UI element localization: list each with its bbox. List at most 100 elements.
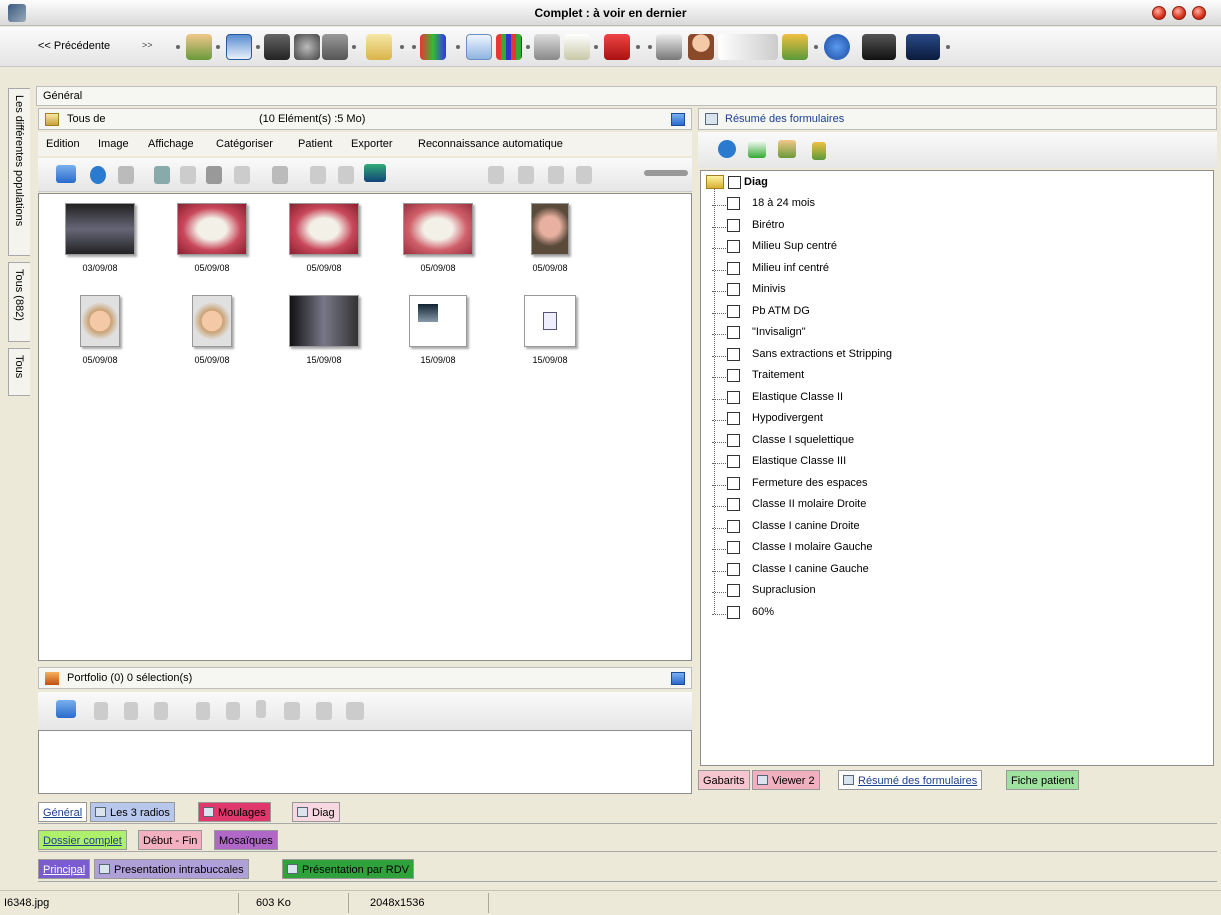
car-icon[interactable] <box>862 34 896 60</box>
tab-dossier-complet[interactable]: Dossier complet <box>38 830 127 850</box>
invisalign-icon[interactable] <box>718 34 778 60</box>
tab-les-3-radios[interactable]: Les 3 radios <box>90 802 175 822</box>
item-checkbox[interactable] <box>727 390 740 404</box>
thumbnail[interactable]: 15/09/08 <box>402 295 474 365</box>
print-icon[interactable] <box>534 34 560 60</box>
tab-general[interactable]: Général <box>38 802 88 822</box>
mail-icon[interactable] <box>564 34 590 60</box>
scanner-icon[interactable] <box>322 34 348 60</box>
thumbnail[interactable]: 15/09/08 <box>514 295 586 365</box>
clapperboard-icon[interactable] <box>656 34 682 60</box>
webcam-icon[interactable] <box>294 34 320 60</box>
tab-populations[interactable]: Les différentes populations <box>8 88 30 256</box>
tab-viewer-2[interactable]: Viewer 2 <box>752 770 820 790</box>
close-button[interactable] <box>1192 6 1206 20</box>
item-checkbox[interactable] <box>727 476 740 490</box>
add-form-icon[interactable] <box>748 140 766 158</box>
thumbnail[interactable]: 05/09/08 <box>64 295 136 365</box>
item-checkbox[interactable] <box>727 197 740 210</box>
next-button[interactable]: >> <box>142 40 153 50</box>
tab-debut-fin[interactable]: Début - Fin <box>138 830 203 850</box>
thumbnail[interactable]: 05/09/08 <box>176 203 248 273</box>
item-checkbox[interactable] <box>727 326 740 339</box>
item-checkbox[interactable] <box>727 433 740 447</box>
paste-icon[interactable] <box>206 166 222 184</box>
thumbnail[interactable]: 05/09/08 <box>176 295 248 365</box>
previous-button[interactable]: << Précédente <box>38 40 110 52</box>
item-checkbox[interactable] <box>727 283 740 296</box>
help-icon[interactable] <box>824 34 850 60</box>
item-checkbox[interactable] <box>727 240 740 253</box>
person-icon[interactable] <box>688 34 714 60</box>
tab-presentation-rdv[interactable]: Présentation par RDV <box>282 859 414 879</box>
menu-edition[interactable]: Edition <box>46 138 80 150</box>
tooth-icon[interactable] <box>196 702 210 720</box>
item-checkbox[interactable] <box>727 541 740 554</box>
menu-reconnaissance[interactable]: Reconnaissance automatique <box>418 138 563 150</box>
thumbnail[interactable]: 05/09/08 <box>514 203 586 273</box>
tooth-icon[interactable] <box>234 166 250 184</box>
zoom-slider[interactable] <box>644 170 688 176</box>
thumbnail[interactable]: 03/09/08 <box>64 203 136 273</box>
menu-patient[interactable]: Patient <box>298 138 332 150</box>
menu-image[interactable]: Image <box>98 138 129 150</box>
reload-icon[interactable] <box>718 140 736 158</box>
paint-icon[interactable] <box>420 34 446 60</box>
item-checkbox[interactable] <box>727 455 740 468</box>
menu-affichage[interactable]: Affichage <box>148 138 194 150</box>
item-checkbox[interactable] <box>727 562 740 576</box>
edit-form-icon[interactable] <box>466 34 492 60</box>
item-checkbox[interactable] <box>727 519 740 533</box>
tab-fiche-patient[interactable]: Fiche patient <box>1006 770 1079 790</box>
tab-moulages[interactable]: Moulages <box>198 802 271 822</box>
menu-exporter[interactable]: Exporter <box>351 138 393 150</box>
camera-icon[interactable] <box>264 34 290 60</box>
puzzle-icon[interactable] <box>812 142 826 160</box>
item-checkbox[interactable] <box>727 498 740 511</box>
item-checkbox[interactable] <box>727 304 740 318</box>
presentation-icon[interactable] <box>604 34 630 60</box>
collapse-icon[interactable] <box>671 672 685 685</box>
export-icon[interactable] <box>94 702 108 720</box>
slide-icon[interactable] <box>316 702 332 720</box>
refresh-view-icon[interactable] <box>56 700 76 718</box>
tooth2-icon[interactable] <box>226 702 240 720</box>
landscape-icon[interactable] <box>364 164 386 182</box>
lines-icon[interactable] <box>576 166 592 184</box>
up-arrow-icon[interactable] <box>256 700 266 718</box>
folder-icon[interactable] <box>366 34 392 60</box>
item-checkbox[interactable] <box>727 584 740 597</box>
root-checkbox[interactable] <box>728 176 741 189</box>
minimize-button[interactable] <box>1152 6 1166 20</box>
measure-icon[interactable] <box>548 166 564 184</box>
car-blue-icon[interactable] <box>906 34 940 60</box>
refresh-view-icon[interactable] <box>56 165 76 183</box>
import-icon[interactable] <box>118 166 134 184</box>
thumbnail[interactable]: 15/09/08 <box>288 295 360 365</box>
tab-resume-formulaires[interactable]: Résumé des formulaires <box>838 770 983 790</box>
align2-icon[interactable] <box>518 166 534 184</box>
chart-icon[interactable] <box>346 702 364 720</box>
menu-categoriser[interactable]: Catégoriser <box>216 138 273 150</box>
tab-gabarits[interactable]: Gabarits <box>698 770 750 790</box>
collapse-icon[interactable] <box>671 113 685 126</box>
tab-principal[interactable]: Principal <box>38 859 91 879</box>
item-checkbox[interactable] <box>727 605 740 619</box>
reload-icon[interactable] <box>90 166 106 184</box>
window-icon[interactable] <box>226 34 252 60</box>
tab-tous-882[interactable]: Tous (882) <box>8 262 30 342</box>
thumbnail[interactable]: 05/09/08 <box>288 203 360 273</box>
sort-icon[interactable] <box>284 702 300 720</box>
align-icon[interactable] <box>488 166 504 184</box>
frame-icon[interactable] <box>154 702 168 720</box>
copy-icon[interactable] <box>124 702 138 720</box>
album-icon[interactable] <box>154 166 170 184</box>
tab-diag[interactable]: Diag <box>292 802 340 822</box>
tab-presentation-intrabuccales[interactable]: Presentation intrabuccales <box>94 859 249 879</box>
item-checkbox[interactable] <box>727 218 740 232</box>
item-checkbox[interactable] <box>727 261 740 275</box>
item-checkbox[interactable] <box>727 412 740 425</box>
add-patient-icon[interactable] <box>186 34 212 60</box>
tab-tous[interactable]: Tous <box>8 348 30 396</box>
user-form-icon[interactable] <box>778 140 796 158</box>
